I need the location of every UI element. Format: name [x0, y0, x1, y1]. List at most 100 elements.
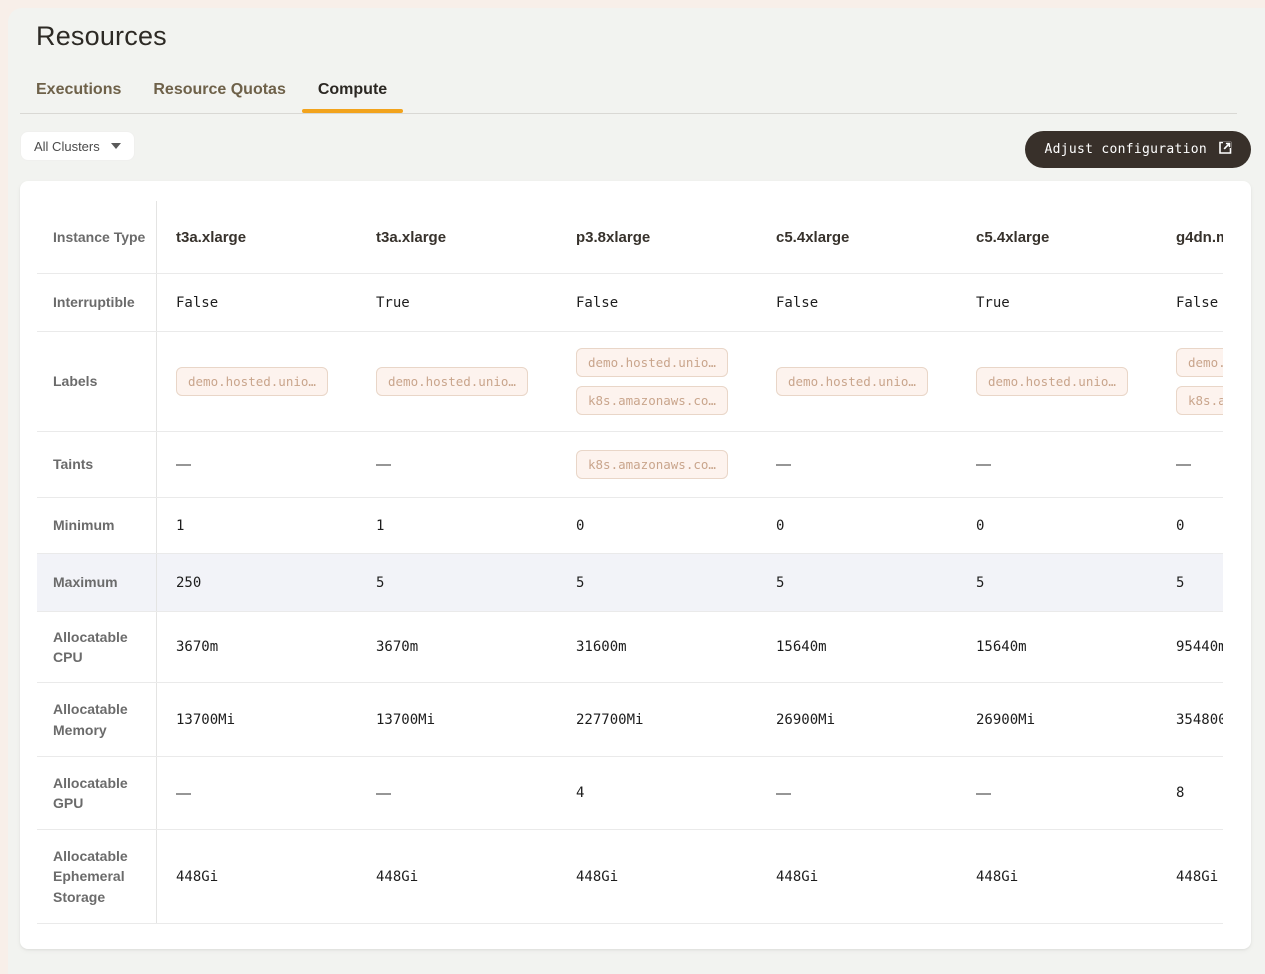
cell-instance_type-col1: t3a.xlarge	[157, 201, 357, 273]
cell-value: 15640m	[776, 639, 827, 655]
chip-stack: demo.hosted.unio…	[776, 367, 928, 396]
cell-value: 0	[1176, 518, 1184, 534]
cell-allocatable_gpu-col5: —	[957, 757, 1157, 829]
cell-allocatable_ephemeral_storage-col1: 448Gi	[157, 830, 357, 923]
cell-interruptible-col3: False	[557, 274, 757, 331]
row-label-minimum: Minimum	[37, 498, 157, 553]
cell-value: False	[1176, 295, 1218, 311]
cell-allocatable_ephemeral_storage-col6: 448Gi	[1157, 830, 1223, 923]
cell-interruptible-col6: False	[1157, 274, 1223, 331]
external-link-icon	[1218, 141, 1232, 159]
cell-interruptible-col1: False	[157, 274, 357, 331]
table-row-maximum: Maximum25055555	[37, 554, 1223, 612]
cell-value: 448Gi	[976, 869, 1018, 885]
cell-value: 250	[176, 575, 201, 591]
cluster-filter-value: All Clusters	[34, 139, 100, 154]
cell-value: 0	[976, 518, 984, 534]
cell-value: 5	[576, 575, 584, 591]
cell-value: 95440m	[1176, 639, 1223, 655]
adjust-configuration-button[interactable]: Adjust configuration	[1025, 131, 1251, 168]
cell-minimum-col2: 1	[357, 498, 557, 553]
cell-value: 5	[1176, 575, 1184, 591]
chip-stack: demo.hosted.unio…k8s.amazonaws.co…	[1176, 348, 1223, 415]
tab-bar: Executions Resource Quotas Compute	[20, 81, 1237, 114]
cell-taints-col4: —	[757, 432, 957, 497]
tab-resource-quotas[interactable]: Resource Quotas	[153, 81, 285, 113]
cell-maximum-col4: 5	[757, 554, 957, 611]
cell-value: 13700Mi	[176, 712, 235, 728]
chip-stack: demo.hosted.unio…	[176, 367, 328, 396]
table-row-labels: Labelsdemo.hosted.unio…demo.hosted.unio……	[37, 332, 1223, 432]
table-row-allocatable_memory: Allocatable Memory13700Mi13700Mi227700Mi…	[37, 683, 1223, 757]
cell-value: 448Gi	[776, 869, 818, 885]
empty-value: —	[376, 456, 391, 473]
cell-allocatable_memory-col4: 26900Mi	[757, 683, 957, 756]
chip-stack: k8s.amazonaws.co…	[576, 450, 728, 479]
cell-interruptible-col2: True	[357, 274, 557, 331]
cell-allocatable_cpu-col4: 15640m	[757, 612, 957, 682]
column-header: p3.8xlarge	[576, 229, 650, 246]
table-row-taints: Taints——k8s.amazonaws.co…———	[37, 432, 1223, 498]
cell-allocatable_gpu-col3: 4	[557, 757, 757, 829]
column-header: t3a.xlarge	[176, 229, 246, 246]
column-header: c5.4xlarge	[976, 229, 1049, 246]
cell-value: —	[176, 785, 191, 802]
table-row-minimum: Minimum110000	[37, 498, 1223, 554]
row-label-allocatable_cpu: Allocatable CPU	[37, 612, 157, 682]
label-chip: k8s.amazonaws.co…	[1176, 386, 1223, 415]
cell-value: 448Gi	[576, 869, 618, 885]
compute-table: Instance Type t3a.xlarge t3a.xlarge p3.8xla…	[37, 201, 1223, 924]
cell-value: 354800Mi	[1176, 712, 1223, 728]
cell-value: 31600m	[576, 639, 627, 655]
cell-allocatable_memory-col6: 354800Mi	[1157, 683, 1223, 756]
cell-labels-col4: demo.hosted.unio…	[757, 332, 957, 431]
cell-allocatable_ephemeral_storage-col5: 448Gi	[957, 830, 1157, 923]
cell-value: 0	[576, 518, 584, 534]
table-row-allocatable_gpu: Allocatable GPU——4——8	[37, 757, 1223, 830]
cell-allocatable_gpu-col2: —	[357, 757, 557, 829]
cell-labels-col1: demo.hosted.unio…	[157, 332, 357, 431]
row-label-instance_type: Instance Type	[37, 201, 157, 273]
cell-maximum-col5: 5	[957, 554, 1157, 611]
cell-taints-col3: k8s.amazonaws.co…	[557, 432, 757, 497]
cell-maximum-col2: 5	[357, 554, 557, 611]
cell-maximum-col1: 250	[157, 554, 357, 611]
row-label-interruptible: Interruptible	[37, 274, 157, 331]
chip-stack: demo.hosted.unio…	[376, 367, 528, 396]
cell-maximum-col6: 5	[1157, 554, 1223, 611]
cell-value: —	[776, 785, 791, 802]
cell-value: 0	[776, 518, 784, 534]
cell-value: 26900Mi	[776, 712, 835, 728]
cell-allocatable_memory-col3: 227700Mi	[557, 683, 757, 756]
cell-allocatable_memory-col2: 13700Mi	[357, 683, 557, 756]
label-chip: demo.hosted.unio…	[176, 367, 328, 396]
label-chip: k8s.amazonaws.co…	[576, 450, 728, 479]
cell-allocatable_cpu-col5: 15640m	[957, 612, 1157, 682]
row-label-taints: Taints	[37, 432, 157, 497]
table-row-instance_type: Instance Type t3a.xlarge t3a.xlarge p3.8xla…	[37, 201, 1223, 274]
row-label-allocatable_ephemeral_storage: Allocatable Ephemeral Storage	[37, 830, 157, 923]
cell-minimum-col6: 0	[1157, 498, 1223, 553]
cell-allocatable_ephemeral_storage-col4: 448Gi	[757, 830, 957, 923]
tab-executions[interactable]: Executions	[36, 81, 121, 113]
cell-instance_type-col5: c5.4xlarge	[957, 201, 1157, 273]
cell-minimum-col4: 0	[757, 498, 957, 553]
cell-value: 5	[776, 575, 784, 591]
cell-allocatable_cpu-col1: 3670m	[157, 612, 357, 682]
cell-value: 5	[976, 575, 984, 591]
tab-compute[interactable]: Compute	[318, 81, 387, 113]
table-row-allocatable_ephemeral_storage: Allocatable Ephemeral Storage448Gi448Gi4…	[37, 830, 1223, 924]
cluster-filter-dropdown[interactable]: All Clusters	[20, 131, 135, 161]
label-chip: demo.hosted.unio…	[976, 367, 1128, 396]
cell-taints-col5: —	[957, 432, 1157, 497]
cell-instance_type-col2: t3a.xlarge	[357, 201, 557, 273]
cell-taints-col6: —	[1157, 432, 1223, 497]
cell-value: 448Gi	[1176, 869, 1218, 885]
cell-taints-col2: —	[357, 432, 557, 497]
cell-value: True	[976, 295, 1010, 311]
adjust-configuration-label: Adjust configuration	[1044, 142, 1207, 157]
cell-minimum-col3: 0	[557, 498, 757, 553]
cell-instance_type-col6: g4dn.metal	[1157, 201, 1223, 273]
empty-value: —	[176, 456, 191, 473]
cell-value: 448Gi	[376, 869, 418, 885]
